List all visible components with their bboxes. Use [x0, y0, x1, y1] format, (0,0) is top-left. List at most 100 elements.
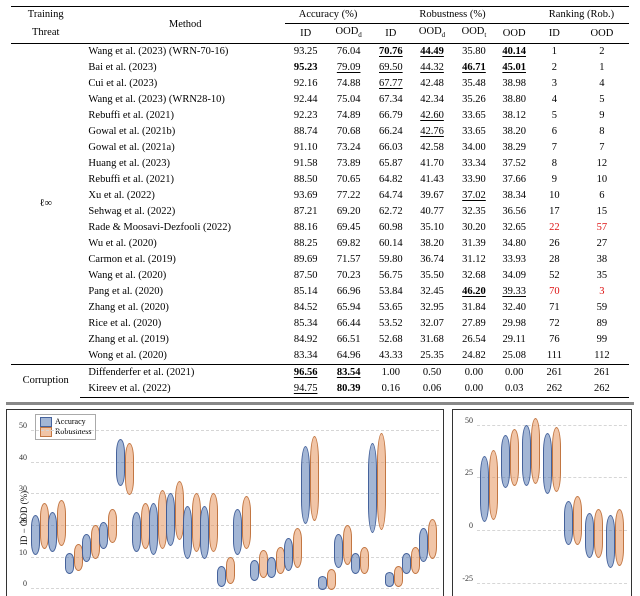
- violin: [116, 439, 125, 485]
- method-cell: Cui et al. (2023): [80, 76, 285, 92]
- violin: [585, 513, 594, 557]
- table-row: Carmon et al. (2019)89.6971.5759.8036.74…: [11, 252, 629, 268]
- hdr-rob: Robustness (%): [371, 7, 534, 24]
- method-cell: Diffenderfer et al. (2021): [80, 365, 285, 382]
- hdr-acc-oodd: OODd: [326, 24, 371, 44]
- method-cell: Rebuffi et al. (2021): [80, 108, 285, 124]
- violin: [310, 436, 319, 520]
- table-row: Wang et al. (2020)87.5070.2356.7535.5032…: [11, 268, 629, 284]
- chart-left: Accuracy Robustness ID − OOD (%) 0102030…: [6, 409, 444, 596]
- violin: [242, 496, 251, 549]
- violin: [284, 538, 293, 572]
- hdr-rob-oodt: OODt: [454, 24, 495, 44]
- y-tick: -25: [451, 574, 473, 583]
- table-row: Gowal et al. (2021a)91.1073.2466.0342.58…: [11, 140, 629, 156]
- method-cell: Zhang et al. (2020): [80, 300, 285, 316]
- violin: [543, 433, 552, 494]
- table-row: Rebuffi et al. (2021)92.2374.8966.7942.6…: [11, 108, 629, 124]
- violin: [564, 501, 573, 545]
- table-row: Wang et al. (2023) (WRN28-10)92.4475.046…: [11, 92, 629, 108]
- violin: [166, 493, 175, 546]
- violin: [334, 534, 343, 568]
- results-table: Training Method Accuracy (%) Robustness …: [11, 6, 629, 398]
- table-row: Cui et al. (2023)92.1674.8867.7742.4835.…: [11, 76, 629, 92]
- table-row: Gowal et al. (2021b)88.7470.6866.2442.76…: [11, 124, 629, 140]
- violin: [250, 560, 259, 581]
- threat-label: Corruption: [11, 365, 80, 398]
- threat-label: ℓ∞: [11, 44, 80, 365]
- method-cell: Kireev et al. (2022): [80, 381, 285, 398]
- violin: [510, 429, 519, 486]
- y-tick: 50: [451, 416, 473, 425]
- violin: [301, 446, 310, 524]
- violin: [368, 443, 377, 534]
- violin: [267, 557, 276, 578]
- method-cell: Wang et al. (2023) (WRN28-10): [80, 92, 285, 108]
- violin: [522, 425, 531, 486]
- violin: [226, 557, 235, 584]
- hdr-training: Training: [11, 7, 80, 24]
- y-tick: 30: [5, 484, 27, 493]
- violin: [360, 547, 369, 574]
- method-cell: Wang et al. (2020): [80, 268, 285, 284]
- violin: [65, 553, 74, 574]
- violin: [31, 515, 40, 555]
- violin: [385, 572, 394, 587]
- violin: [233, 509, 242, 555]
- hdr-rob-oodd: OODd: [411, 24, 454, 44]
- hdr-acc-id: ID: [285, 24, 326, 44]
- violin: [480, 456, 489, 521]
- method-cell: Bai et al. (2023): [80, 60, 285, 76]
- table-row: ℓ∞Wang et al. (2023) (WRN-70-16)93.2576.…: [11, 44, 629, 61]
- table-row: Pang et al. (2020)85.1466.9653.8432.4546…: [11, 284, 629, 300]
- violin: [606, 515, 615, 568]
- violin: [402, 553, 411, 574]
- method-cell: Carmon et al. (2019): [80, 252, 285, 268]
- table-row: Rice et al. (2020)85.3466.4453.5232.0727…: [11, 316, 629, 332]
- table-row: Wu et al. (2020)88.2569.8260.1438.2031.3…: [11, 236, 629, 252]
- method-cell: Wu et al. (2020): [80, 236, 285, 252]
- table-row: Kireev et al. (2022)94.7580.390.160.060.…: [11, 381, 629, 398]
- violin: [327, 569, 336, 590]
- violin: [552, 427, 561, 492]
- y-tick: 10: [5, 548, 27, 557]
- violin: [351, 553, 360, 574]
- table-row: Rade & Moosavi-Dezfooli (2022)88.1669.45…: [11, 220, 629, 236]
- hdr-rank-id: ID: [534, 24, 575, 44]
- table-row: Zhang et al. (2019)84.9266.5152.6831.682…: [11, 332, 629, 348]
- violin: [318, 576, 327, 591]
- method-cell: Rice et al. (2020): [80, 316, 285, 332]
- method-cell: Rebuffi et al. (2021): [80, 172, 285, 188]
- section-separator: [6, 402, 634, 405]
- table-row: Bai et al. (2023)95.2379.0969.5044.3246.…: [11, 60, 629, 76]
- method-cell: Wong et al. (2020): [80, 348, 285, 365]
- violin: [125, 443, 134, 496]
- violin: [209, 493, 218, 552]
- violin: [573, 496, 582, 544]
- y-tick: 50: [5, 421, 27, 430]
- y-tick: 0: [5, 579, 27, 588]
- violin: [428, 519, 437, 559]
- table-row: Wong et al. (2020)83.3464.9643.3325.3524…: [11, 348, 629, 365]
- hdr-method: Method: [80, 7, 285, 44]
- hdr-rank: Ranking (Rob.): [534, 7, 629, 24]
- hdr-rob-id: ID: [371, 24, 410, 44]
- method-cell: Gowal et al. (2021b): [80, 124, 285, 140]
- y-tick: 40: [5, 453, 27, 462]
- method-cell: Huang et al. (2023): [80, 156, 285, 172]
- violin: [615, 509, 624, 566]
- violin: [501, 435, 510, 488]
- y-tick: 25: [451, 468, 473, 477]
- violin: [293, 528, 302, 568]
- violin: [200, 506, 209, 559]
- table-row: CorruptionDiffenderfer et al. (2021)96.5…: [11, 365, 629, 382]
- table-row: Zhang et al. (2020)84.5265.9453.6532.953…: [11, 300, 629, 316]
- violin: [377, 433, 386, 530]
- violin: [531, 418, 540, 483]
- violin: [489, 450, 498, 520]
- violin: [132, 512, 141, 552]
- charts-row: Accuracy Robustness ID − OOD (%) 0102030…: [6, 409, 634, 596]
- method-cell: Gowal et al. (2021a): [80, 140, 285, 156]
- violin: [594, 509, 603, 557]
- method-cell: Xu et al. (2022): [80, 188, 285, 204]
